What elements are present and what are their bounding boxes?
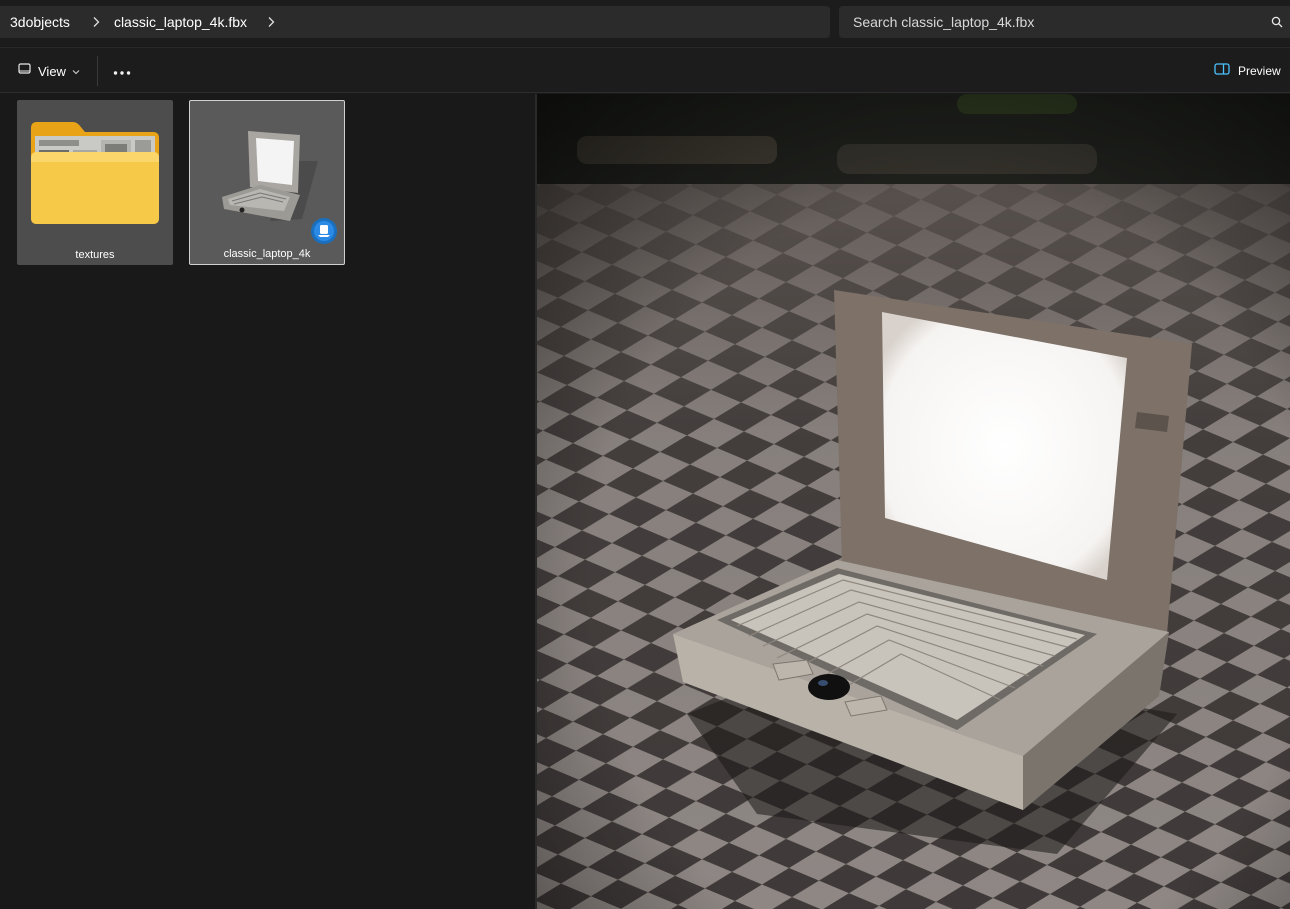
chevron-right-icon[interactable] (259, 6, 283, 38)
file-name: textures (75, 249, 115, 261)
chevron-down-icon (72, 62, 80, 80)
view-icon (18, 62, 32, 80)
file-item-model[interactable]: classic_laptop_4k (189, 100, 345, 265)
preview-pane-button[interactable]: Preview (1208, 56, 1286, 86)
preview-pane-icon (1214, 62, 1230, 80)
more-icon (113, 62, 131, 80)
search-placeholder[interactable]: Search classic_laptop_4k.fbx (839, 14, 1264, 30)
command-bar: View Preview (0, 47, 1290, 93)
search-input[interactable]: Search classic_laptop_4k.fbx (839, 6, 1290, 38)
preview-pane (537, 94, 1290, 909)
file-name: classic_laptop_4k (223, 248, 311, 260)
breadcrumb-item-3dobjects[interactable]: 3dobjects (0, 6, 76, 38)
app-badge-icon (311, 218, 337, 244)
model-preview-render (537, 94, 1290, 909)
view-button[interactable]: View (10, 56, 88, 86)
title-bar: 3dobjects classic_laptop_4k.fbx Search c… (0, 0, 1290, 46)
more-options-button[interactable] (106, 56, 138, 86)
search-icon[interactable] (1264, 6, 1290, 38)
breadcrumb-item-current[interactable]: classic_laptop_4k.fbx (108, 6, 253, 38)
file-item-folder[interactable]: textures (17, 100, 173, 265)
breadcrumb[interactable]: 3dobjects classic_laptop_4k.fbx (0, 6, 830, 38)
view-button-label: View (38, 63, 66, 79)
toolbar-divider (97, 56, 98, 86)
chevron-right-icon[interactable] (84, 6, 108, 38)
file-list: textures classic_laptop_4k (0, 94, 535, 909)
preview-button-label: Preview (1238, 64, 1281, 78)
folder-icon (31, 122, 159, 224)
